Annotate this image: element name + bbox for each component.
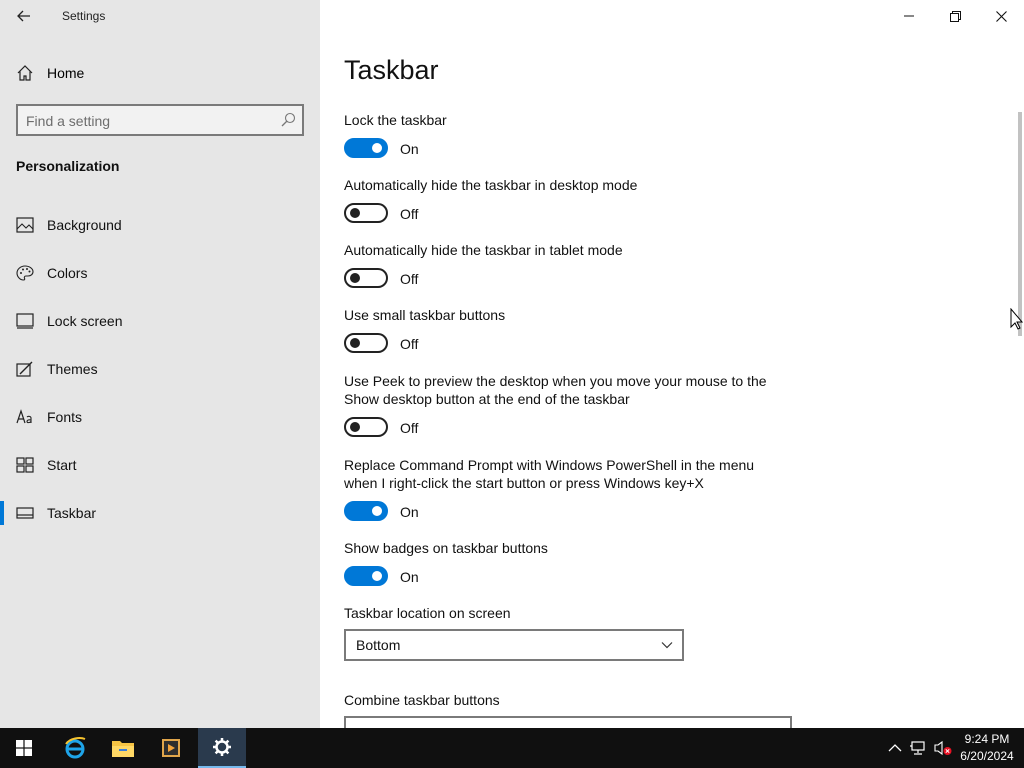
minimize-icon	[904, 15, 914, 17]
search-box[interactable]	[16, 104, 304, 136]
palette-icon	[16, 265, 34, 281]
taskbar: 9:24 PM 6/20/2024	[0, 728, 1024, 768]
setting-label: Show badges on taskbar buttons	[344, 540, 548, 556]
sidebar-item-label: Fonts	[47, 409, 83, 425]
sidebar-item-label: Taskbar	[47, 505, 97, 521]
sidebar-item-label: Lock screen	[47, 313, 123, 329]
media-player-button[interactable]	[147, 728, 195, 768]
setting-label: Lock the taskbar	[344, 112, 447, 128]
toggle-state-label: On	[400, 141, 419, 157]
toggle-state-label: Off	[400, 206, 419, 222]
active-indicator	[0, 501, 4, 525]
settings-gear-icon	[213, 738, 231, 756]
volume-muted-icon[interactable]	[934, 740, 952, 756]
auto-hide-tablet-toggle[interactable]	[344, 268, 388, 288]
page-title: Taskbar	[344, 55, 439, 85]
toggle-state-label: On	[400, 504, 419, 520]
sidebar-item-colors[interactable]: Colors	[0, 253, 320, 293]
search-icon[interactable]	[280, 112, 296, 128]
sidebar-item-themes[interactable]: Themes	[0, 349, 320, 389]
chevron-up-icon[interactable]	[886, 740, 904, 756]
start-menu-icon	[16, 457, 34, 473]
scrollbar-thumb[interactable]	[1018, 112, 1022, 336]
internet-explorer-button[interactable]	[51, 728, 99, 768]
navigation-pane: Settings Home Personalization Background…	[0, 0, 320, 728]
setting-label: Automatically hide the taskbar in deskto…	[344, 177, 638, 193]
background-icon	[16, 217, 34, 233]
search-input[interactable]	[26, 111, 271, 131]
back-arrow-icon	[17, 10, 30, 22]
small-buttons-toggle[interactable]	[344, 333, 388, 353]
setting-label: Use small taskbar buttons	[344, 307, 506, 323]
fonts-icon	[16, 409, 32, 424]
sidebar-item-taskbar[interactable]: Taskbar	[0, 493, 320, 533]
dropdown-value: Bottom	[356, 637, 401, 653]
sidebar-item-fonts[interactable]: Fonts	[0, 397, 320, 437]
close-icon	[995, 10, 1007, 22]
setting-label: Replace Command Prompt with Windows Powe…	[344, 457, 755, 491]
sidebar-item-start[interactable]: Start	[0, 445, 320, 485]
setting-label: Automatically hide the taskbar in tablet…	[344, 242, 623, 258]
restore-button[interactable]	[932, 0, 978, 32]
sidebar-item-label: Background	[47, 217, 122, 233]
sidebar-item-background[interactable]: Background	[0, 205, 320, 245]
restore-icon	[949, 10, 961, 22]
settings-taskbar-button[interactable]	[198, 728, 246, 768]
title-bar: Settings	[0, 0, 320, 32]
windows-logo-icon	[16, 740, 32, 756]
lock-screen-icon	[16, 313, 34, 329]
badges-toggle[interactable]	[344, 566, 388, 586]
minimize-button[interactable]	[886, 0, 932, 32]
lock-taskbar-toggle[interactable]	[344, 138, 388, 158]
sidebar-item-label: Themes	[47, 361, 98, 377]
section-title: Personalization	[16, 158, 120, 174]
toggle-knob	[350, 273, 360, 283]
file-explorer-icon	[112, 741, 134, 757]
clock-time: 9:24 PM	[964, 732, 1010, 746]
toggle-knob	[350, 338, 360, 348]
taskbar-location-label: Taskbar location on screen	[344, 605, 511, 621]
back-button[interactable]	[8, 2, 40, 30]
toggle-knob	[350, 422, 360, 432]
peek-toggle[interactable]	[344, 417, 388, 437]
sidebar-item-label: Start	[47, 457, 77, 473]
sidebar-item-label: Colors	[47, 265, 88, 281]
combine-buttons-label: Combine taskbar buttons	[344, 692, 500, 708]
taskbar-icon	[16, 507, 34, 519]
clock[interactable]: 9:24 PM 6/20/2024	[954, 731, 1020, 765]
home-button[interactable]: Home	[0, 57, 320, 89]
toggle-state-label: Off	[400, 420, 419, 436]
home-label: Home	[47, 65, 85, 81]
auto-hide-desktop-toggle[interactable]	[344, 203, 388, 223]
taskbar-location-dropdown[interactable]: Bottom	[344, 629, 684, 661]
toggle-state-label: Off	[400, 336, 419, 352]
toggle-knob	[372, 571, 382, 581]
toggle-knob	[372, 506, 382, 516]
network-icon[interactable]	[910, 740, 928, 756]
app-title: Settings	[62, 9, 106, 23]
toggle-knob	[372, 143, 382, 153]
file-explorer-button[interactable]	[99, 728, 147, 768]
home-icon	[17, 65, 33, 81]
themes-icon	[16, 361, 33, 377]
resize-cursor-icon	[1010, 308, 1023, 330]
sidebar-item-lock-screen[interactable]: Lock screen	[0, 301, 320, 341]
setting-label: Use Peek to preview the desktop when you…	[344, 373, 767, 407]
close-button[interactable]	[978, 0, 1024, 32]
start-button[interactable]	[0, 728, 48, 768]
internet-explorer-icon	[65, 737, 86, 759]
toggle-state-label: On	[400, 569, 419, 585]
powershell-toggle[interactable]	[344, 501, 388, 521]
toggle-knob	[350, 208, 360, 218]
clock-date: 6/20/2024	[960, 749, 1014, 763]
chevron-down-icon	[661, 642, 673, 649]
toggle-state-label: Off	[400, 271, 419, 287]
media-player-icon	[162, 739, 180, 757]
